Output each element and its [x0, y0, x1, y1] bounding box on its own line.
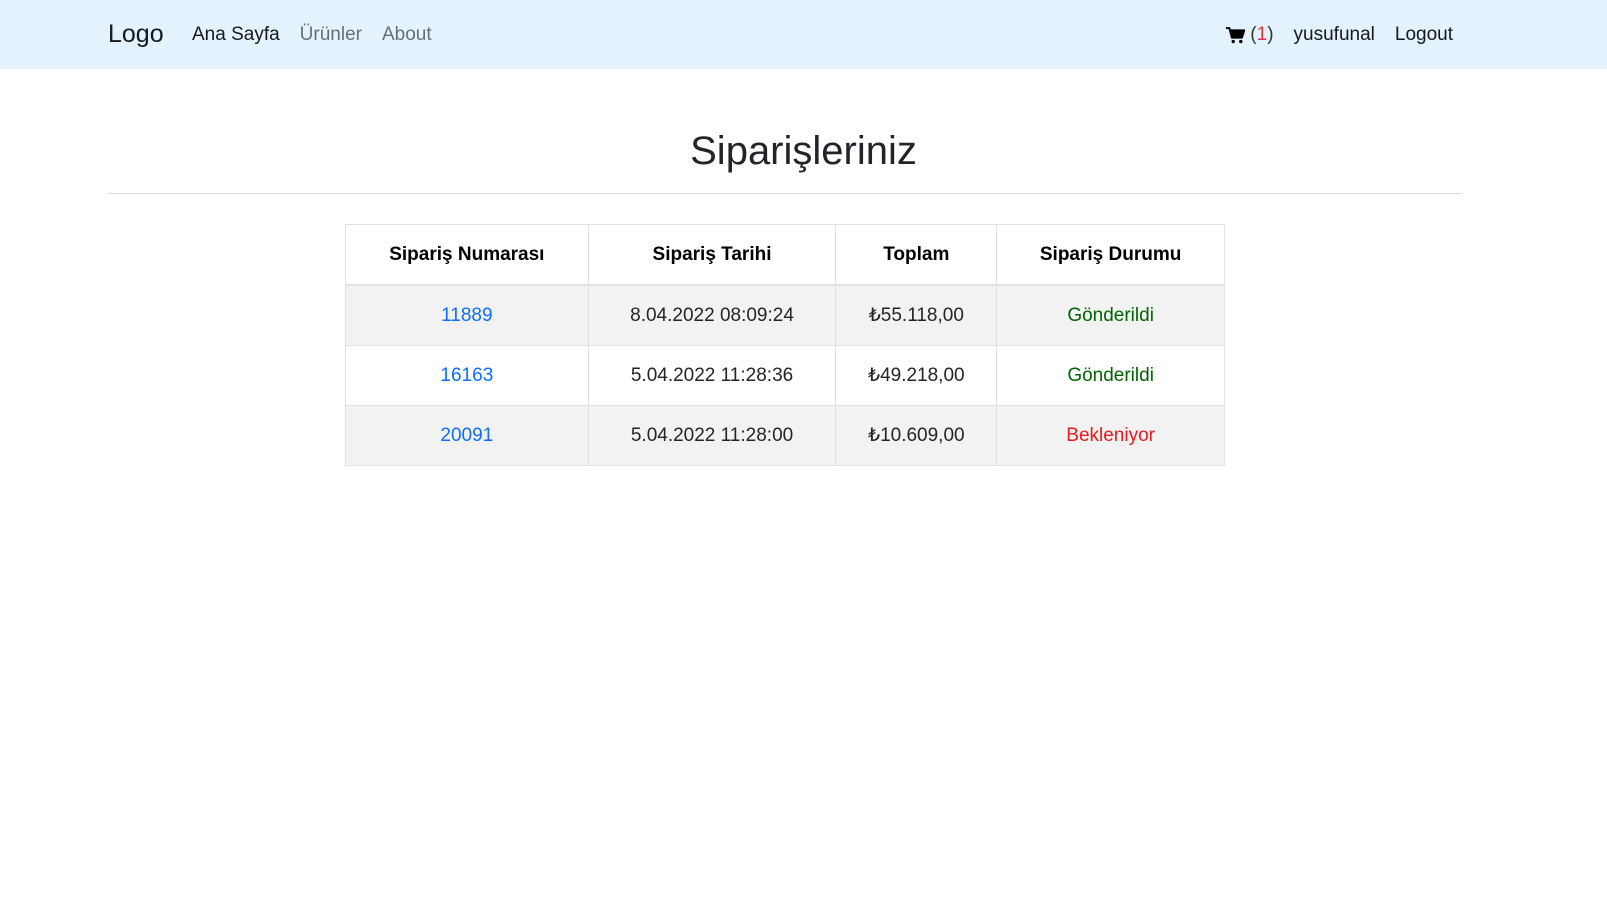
navbar-container: Logo Ana Sayfa Ürünler About (1) yusufun… — [108, 0, 1463, 69]
order-date-cell: 5.04.2022 11:28:36 — [587, 345, 837, 406]
order-number-cell: 11889 — [345, 284, 589, 346]
page-title: Siparişleriniz — [690, 129, 917, 173]
cart-link[interactable]: (1) — [1216, 22, 1283, 48]
order-number-link[interactable]: 11889 — [441, 305, 492, 326]
orders-table: Sipariş Numarası Sipariş Tarihi Toplam S… — [345, 224, 1225, 466]
main-nav: Ana Sayfa Ürünler About — [192, 22, 442, 48]
order-number-cell: 16163 — [345, 345, 589, 406]
nav-username-link[interactable]: yusufunal — [1284, 22, 1385, 48]
column-header-total: Toplam — [835, 224, 998, 286]
order-status-cell: Bekleniyor — [996, 405, 1225, 466]
column-header-order-date: Sipariş Tarihi — [587, 224, 837, 286]
order-status-cell: Gönderildi — [996, 345, 1225, 406]
order-status-cell: Gönderildi — [996, 284, 1225, 346]
order-date-cell: 8.04.2022 08:09:24 — [587, 284, 837, 346]
order-number-link[interactable]: 20091 — [440, 425, 493, 446]
order-total-cell: ₺55.118,00 — [835, 284, 998, 346]
table-row: 16163 5.04.2022 11:28:36 ₺49.218,00 Gönd… — [345, 345, 1225, 406]
navbar: Logo Ana Sayfa Ürünler About (1) yusufun… — [0, 0, 1607, 69]
cart-close-paren: ) — [1267, 24, 1274, 45]
orders-table-body: 11889 8.04.2022 08:09:24 ₺55.118,00 Gönd… — [345, 284, 1225, 466]
shopping-cart-icon — [1226, 26, 1246, 43]
order-number-cell: 20091 — [345, 405, 589, 466]
table-row: 20091 5.04.2022 11:28:00 ₺10.609,00 Bekl… — [345, 405, 1225, 466]
header-row: Sipariş Numarası Sipariş Tarihi Toplam S… — [345, 224, 1225, 286]
order-number-link[interactable]: 16163 — [440, 365, 493, 386]
user-nav: (1) yusufunal Logout — [1216, 22, 1463, 48]
nav-link-products[interactable]: Ürünler — [290, 22, 372, 48]
cart-count-badge: 1 — [1256, 24, 1268, 45]
column-header-order-status: Sipariş Durumu — [996, 224, 1225, 286]
orders-table-header: Sipariş Numarası Sipariş Tarihi Toplam S… — [345, 224, 1225, 286]
order-total-cell: ₺10.609,00 — [835, 405, 998, 466]
table-row: 11889 8.04.2022 08:09:24 ₺55.118,00 Gönd… — [345, 284, 1225, 346]
nav-link-home[interactable]: Ana Sayfa — [192, 22, 290, 48]
order-date-cell: 5.04.2022 11:28:00 — [587, 405, 837, 466]
order-total-cell: ₺49.218,00 — [835, 345, 998, 406]
brand-logo-link[interactable]: Logo — [108, 18, 164, 50]
nav-link-about[interactable]: About — [372, 22, 442, 48]
logout-link[interactable]: Logout — [1385, 22, 1463, 48]
column-header-order-number: Sipariş Numarası — [345, 224, 589, 286]
title-divider — [107, 193, 1462, 194]
